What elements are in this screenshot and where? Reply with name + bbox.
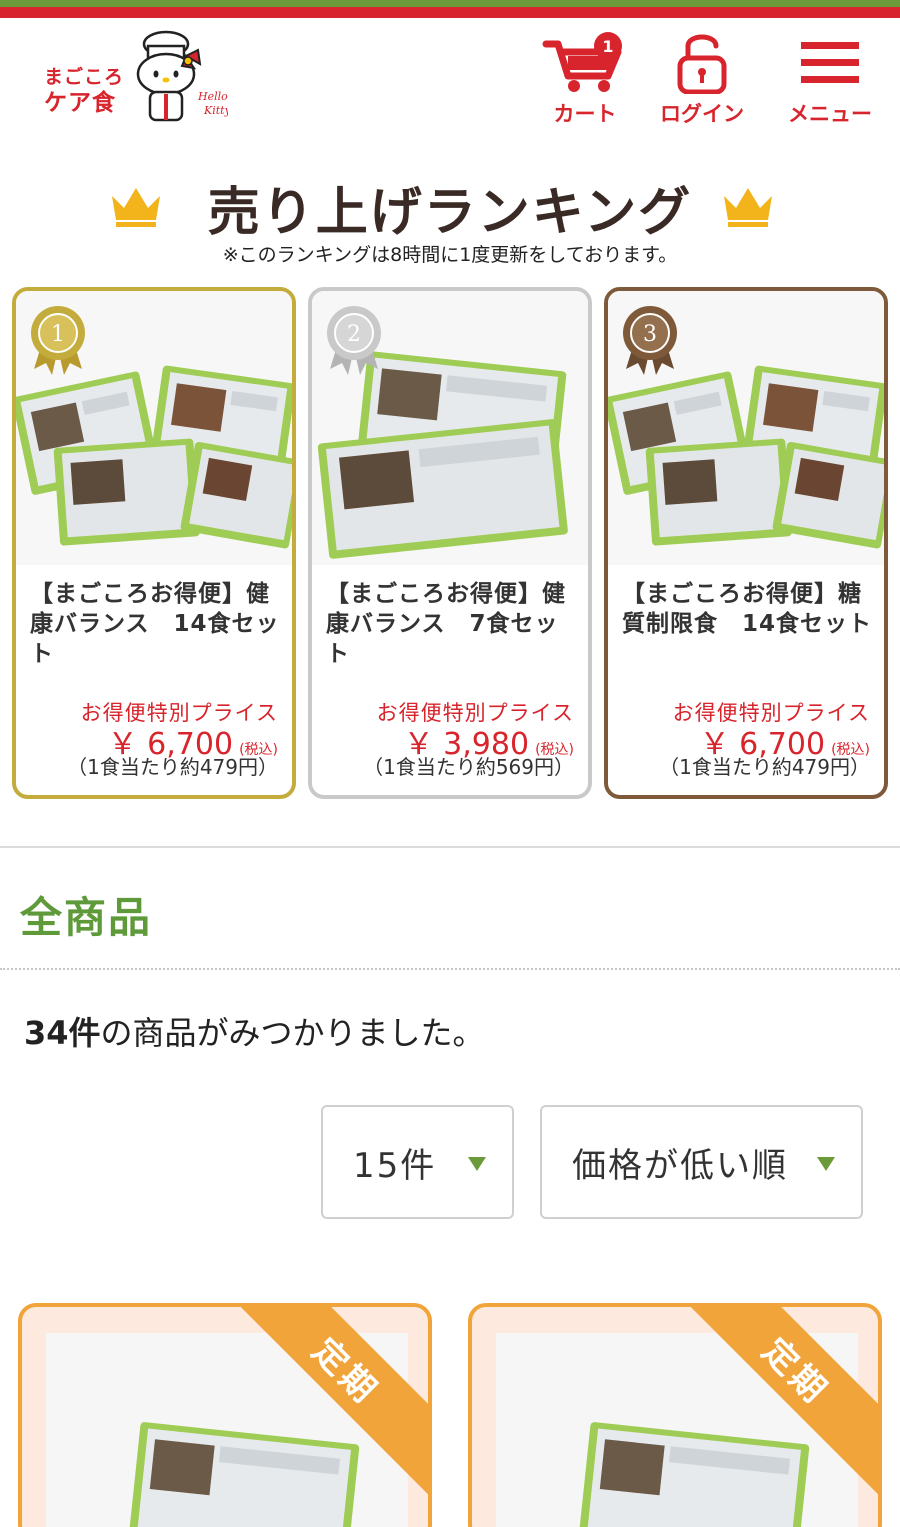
dropdown-caret-icon [817, 1157, 835, 1171]
crown-icon [724, 188, 772, 227]
sort-order-select[interactable]: 価格が低い順 [540, 1105, 863, 1219]
menu-button[interactable]: メニュー [780, 30, 880, 130]
price-per-meal: （1食当たり約479円） [659, 755, 870, 779]
product-name[interactable]: 【まごころお得便】糖質制限食 14食セット [622, 579, 874, 639]
menu-label: メニュー [788, 102, 872, 126]
svg-text:Kitty: Kitty [203, 104, 228, 117]
kitty-chef-icon: Hello Kitty [136, 30, 228, 122]
crown-icon [112, 188, 160, 227]
dropdown-caret-icon [468, 1157, 486, 1171]
ranking-title: 売り上げランキング [207, 183, 693, 243]
login-label: ログイン [660, 102, 744, 126]
silver-medal-icon: 2 [327, 306, 381, 375]
product-name[interactable]: 【まごころお得便】健康バランス 7食セット [326, 579, 578, 669]
section-divider [0, 846, 900, 848]
dotted-divider [0, 968, 900, 970]
svg-text:2: 2 [347, 322, 361, 347]
cart-button[interactable]: 1 カート [540, 30, 630, 130]
result-count: 34件の商品がみつかりました。 [24, 1014, 485, 1052]
all-products-title: 全商品 [20, 893, 153, 942]
logo-text: まごころ ケア食 [44, 66, 125, 116]
cart-count-badge: 1 [594, 32, 622, 60]
price-per-meal: （1食当たり約569円） [363, 755, 574, 779]
cart-label: カート [553, 102, 617, 126]
per-page-select[interactable]: 15件 [321, 1105, 514, 1219]
product-card[interactable]: 定期 [468, 1303, 882, 1527]
site-logo[interactable]: まごころ ケア食 Hello Kitty [40, 30, 230, 130]
ranking-card-2[interactable]: 2 【まごころお得便】健康バランス 7食セット お得便特別プライス ￥ 3,98… [308, 287, 592, 799]
svg-text:3: 3 [643, 322, 657, 347]
ranking-note: ※このランキングは8時間に1度更新をしております。 [222, 244, 678, 266]
ranking-card-3[interactable]: 3 【まごころお得便】糖質制限食 14食セット お得便特別プライス ￥ 6,70… [604, 287, 888, 799]
gold-medal-icon: 1 [31, 306, 85, 375]
login-button[interactable]: ログイン [652, 30, 752, 130]
product-name[interactable]: 【まごころお得便】健康バランス 14食セット [30, 579, 282, 669]
top-color-band [0, 0, 900, 18]
bronze-medal-icon: 3 [623, 306, 677, 375]
hamburger-menu-icon [801, 42, 859, 83]
ranking-heading: 売り上げランキング [0, 168, 900, 243]
site-header: まごころ ケア食 Hello Kitty 1 カート [0, 18, 900, 148]
svg-text:1: 1 [51, 322, 65, 347]
product-card[interactable]: 定期 [18, 1303, 432, 1527]
price-per-meal: （1食当たり約479円） [67, 755, 278, 779]
unlock-icon [677, 34, 727, 94]
svg-text:Hello: Hello [197, 90, 228, 103]
ranking-card-1[interactable]: 1 【まごころお得便】健康バランス 14食セット お得便特別プライス ￥ 6,7… [12, 287, 296, 799]
